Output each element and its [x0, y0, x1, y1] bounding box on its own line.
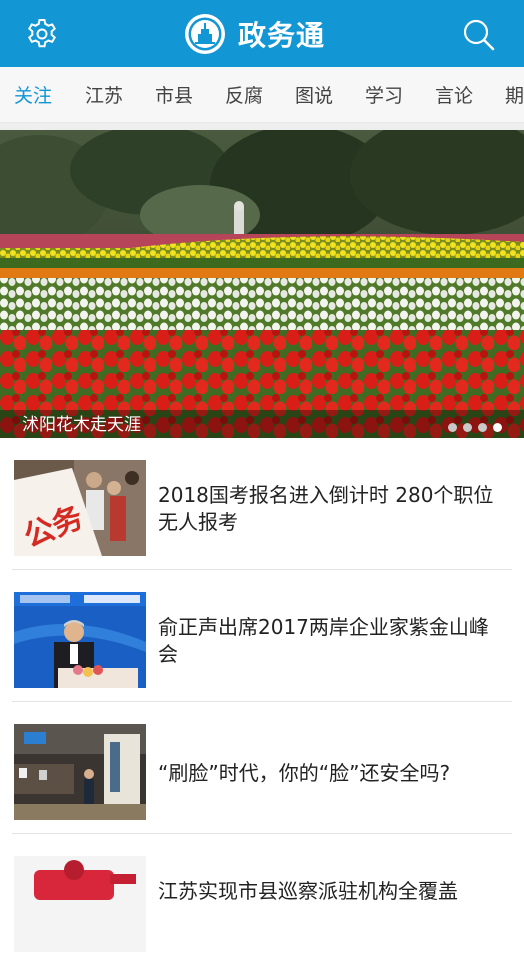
- news-item[interactable]: 公务 2018国考报名进入倒计时 280个职位无人报考: [0, 438, 524, 570]
- tab-anticorruption[interactable]: 反腐: [225, 81, 263, 108]
- tab-cities[interactable]: 市县: [155, 81, 193, 108]
- news-list: 公务 2018国考报名进入倒计时 280个职位无人报考 俞正声出席2017两岸企…: [0, 438, 524, 966]
- channel-tabs: 关注 江苏 市县 反腐 图说 学习 言论 期: [0, 67, 524, 123]
- tab-photo-story[interactable]: 图说: [295, 81, 333, 108]
- news-item[interactable]: 江苏实现市县巡察派驻机构全覆盖: [0, 834, 524, 966]
- news-thumbnail: 公务: [14, 460, 146, 556]
- app-title: 政务通: [238, 19, 326, 52]
- news-title[interactable]: “刷脸”时代，你的“脸”还安全吗?: [158, 760, 498, 787]
- search-icon[interactable]: [462, 18, 496, 52]
- app-header: 政务通: [0, 0, 524, 67]
- tabs-divider: [0, 123, 524, 130]
- news-item[interactable]: “刷脸”时代，你的“脸”还安全吗?: [0, 702, 524, 834]
- carousel-dot[interactable]: [448, 423, 457, 432]
- news-title[interactable]: 俞正声出席2017两岸企业家紫金山峰会: [158, 614, 498, 668]
- carousel-indicator: [442, 423, 502, 432]
- tab-issue[interactable]: 期: [505, 81, 524, 108]
- carousel-dot[interactable]: [463, 423, 472, 432]
- news-thumbnail: [14, 724, 146, 820]
- news-title[interactable]: 2018国考报名进入倒计时 280个职位无人报考: [158, 482, 498, 536]
- tab-jiangsu[interactable]: 江苏: [85, 81, 123, 108]
- tab-follow[interactable]: 关注: [14, 81, 52, 108]
- banner-carousel[interactable]: 沭阳花木走天涯: [0, 130, 524, 438]
- tab-opinion[interactable]: 言论: [435, 81, 473, 108]
- gear-icon[interactable]: [26, 18, 58, 50]
- news-thumbnail: [14, 856, 146, 952]
- banner-caption: 沭阳花木走天涯: [22, 415, 141, 435]
- app-brand: 政务通: [184, 14, 325, 54]
- tab-study[interactable]: 学习: [365, 81, 403, 108]
- carousel-dot[interactable]: [478, 423, 487, 432]
- news-thumbnail: [14, 592, 146, 688]
- carousel-dot-active[interactable]: [493, 423, 502, 432]
- news-title[interactable]: 江苏实现市县巡察派驻机构全覆盖: [158, 878, 498, 905]
- building-emblem-logo: [185, 14, 225, 54]
- banner-image: [0, 130, 524, 438]
- news-item[interactable]: 俞正声出席2017两岸企业家紫金山峰会: [0, 570, 524, 702]
